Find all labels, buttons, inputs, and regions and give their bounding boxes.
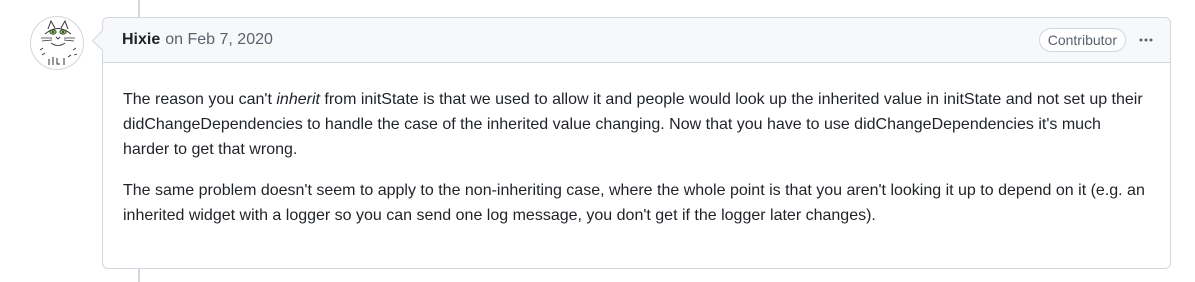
comment-body: The reason you can't inherit from initSt… [103,63,1170,228]
paragraph-1-emphasis: inherit [276,91,320,108]
comment-options-button[interactable] [1134,30,1158,50]
contributor-badge: Contributor [1038,28,1126,52]
comment-paragraph-1: The reason you can't inherit from initSt… [123,87,1150,162]
avatar[interactable] [30,16,84,70]
paragraph-1-start: The reason you can't [123,91,277,108]
cat-avatar-icon [39,19,78,65]
comment-box: Hixie on Feb 7, 2020 Contributor The rea… [102,17,1171,269]
kebab-horizontal-icon [1139,38,1153,42]
comment-header: Hixie on Feb 7, 2020 Contributor [103,18,1170,63]
author-link[interactable]: Hixie [122,31,160,49]
comment-paragraph-2: The same problem doesn't seem to apply t… [123,182,1145,224]
comment-timestamp[interactable]: on Feb 7, 2020 [165,31,273,49]
